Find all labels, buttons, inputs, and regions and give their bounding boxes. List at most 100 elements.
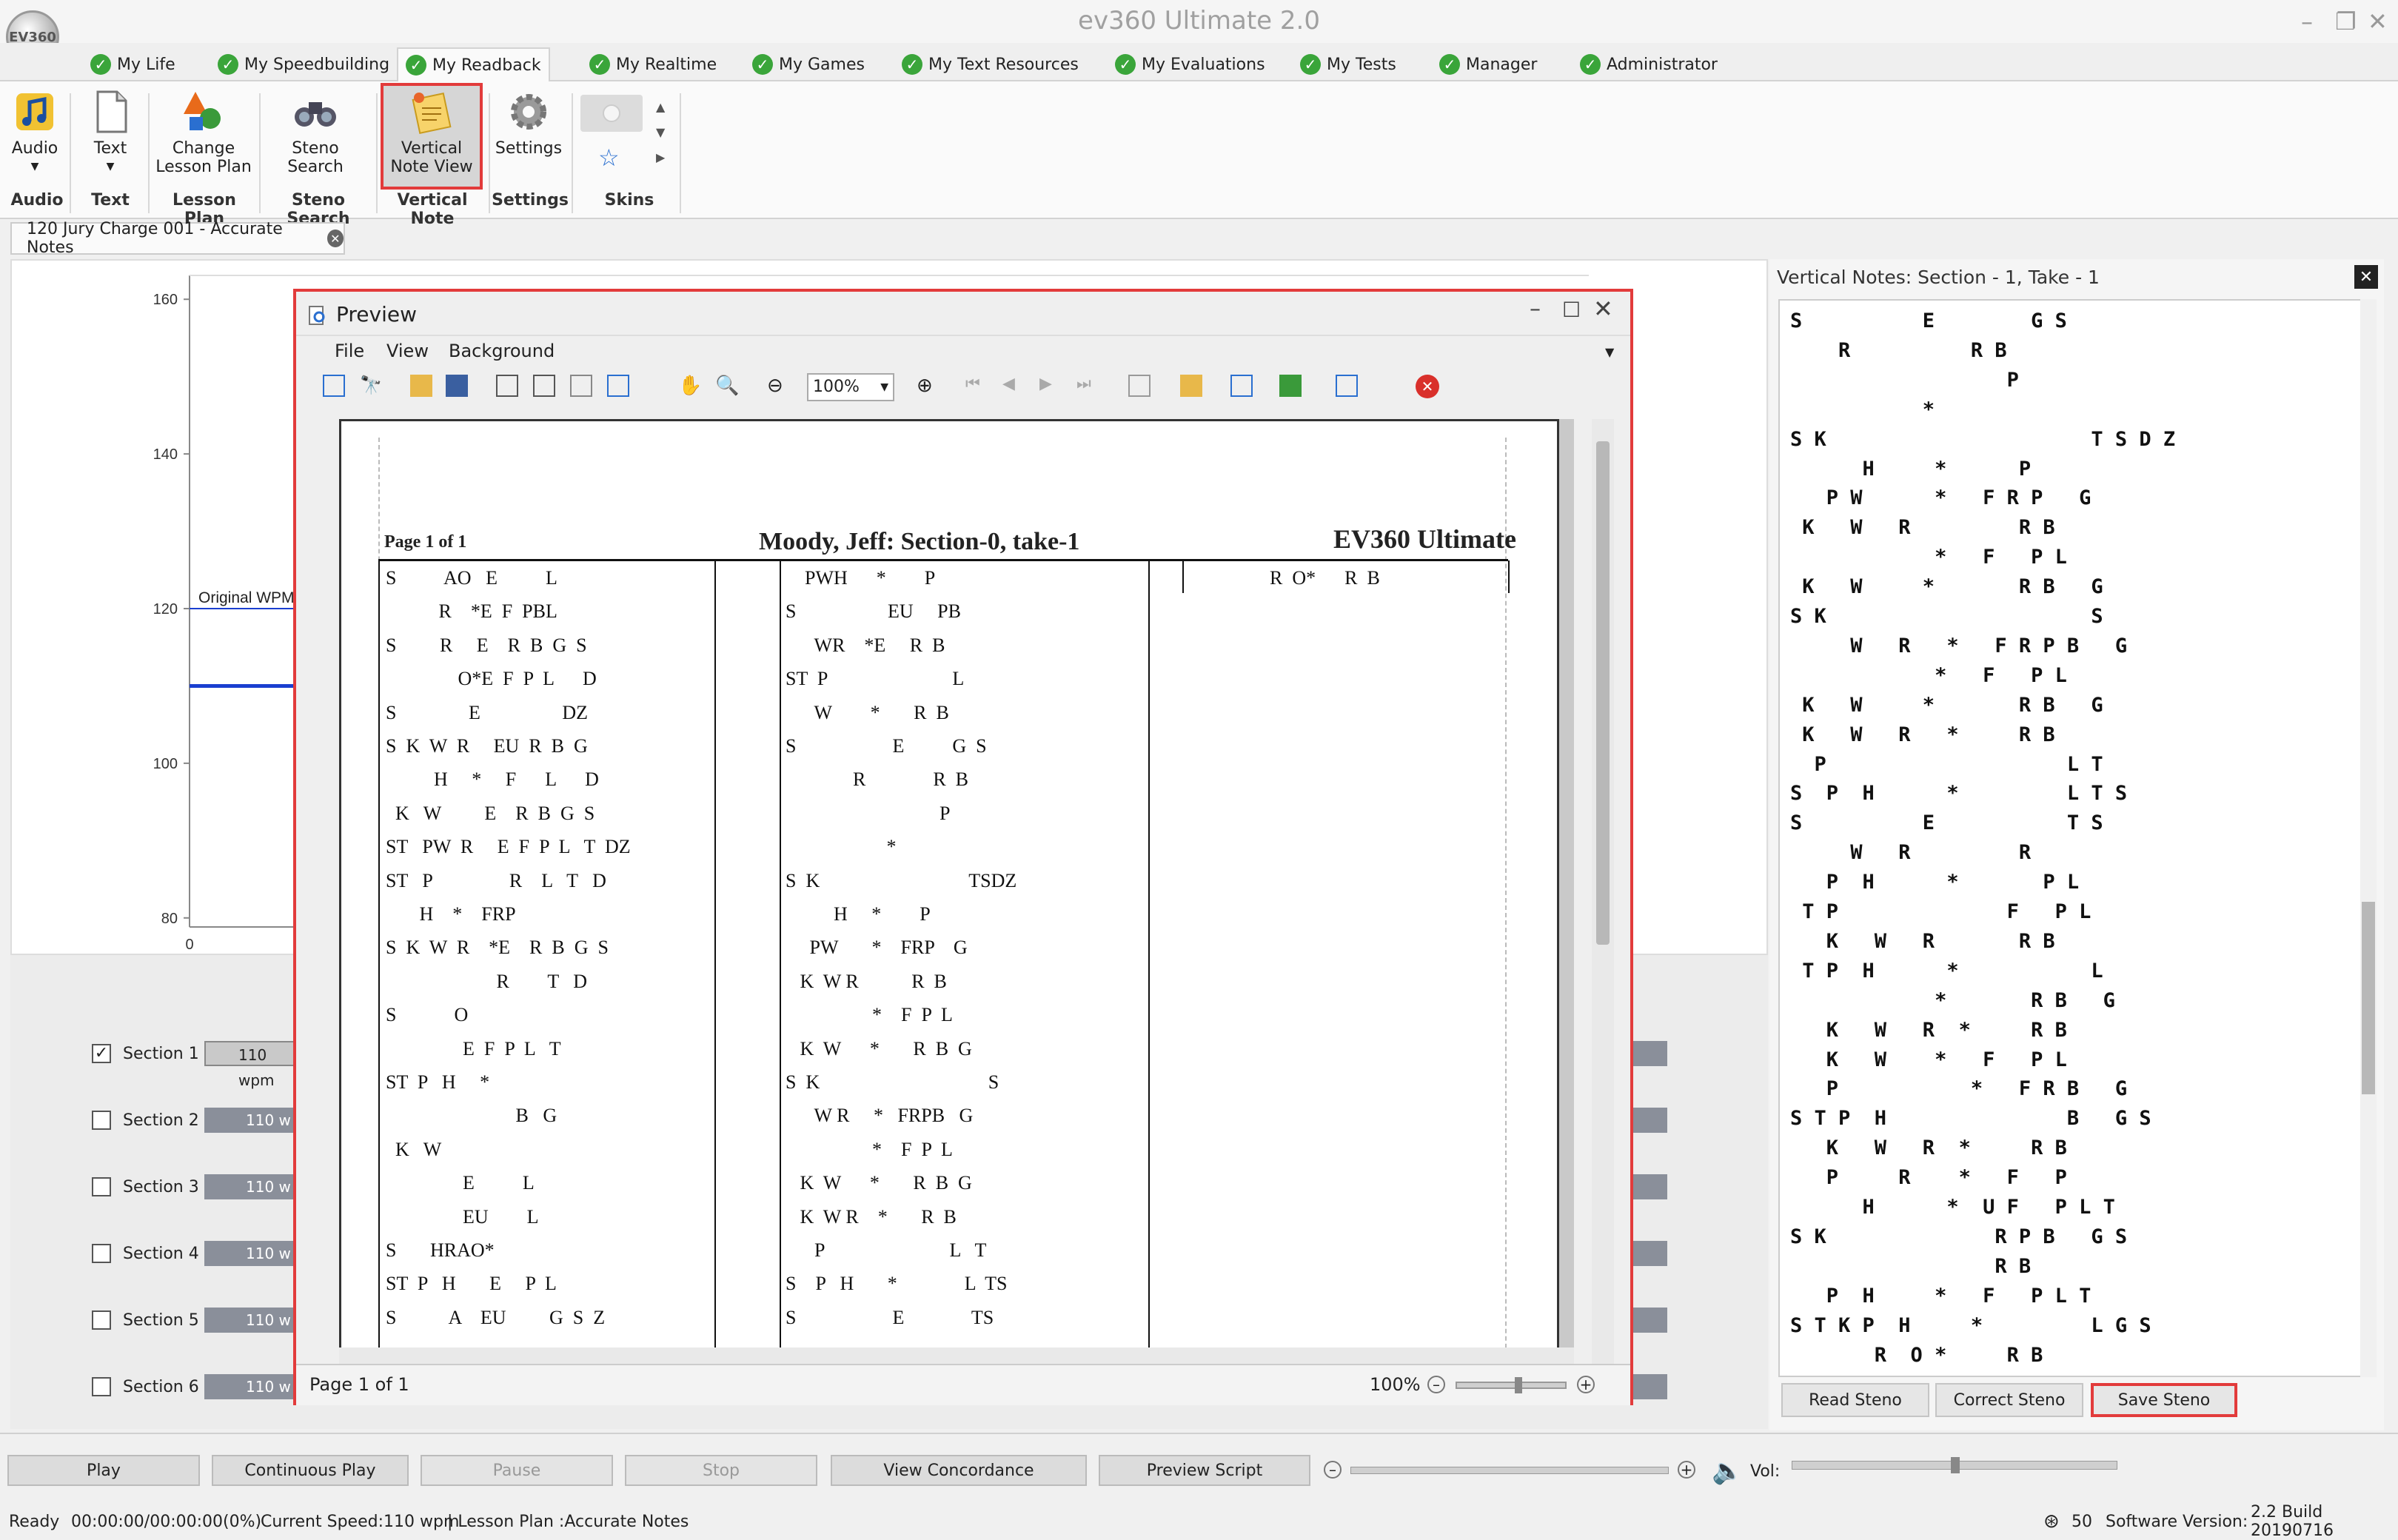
steno-search-button[interactable]: Steno Search bbox=[262, 89, 369, 192]
section-speed-bar[interactable]: 110 w bbox=[204, 1174, 301, 1199]
thumbnails-icon[interactable] bbox=[323, 375, 345, 397]
zoom-plus-icon[interactable]: + bbox=[1577, 1376, 1595, 1393]
save-steno-button[interactable]: Save Steno bbox=[2091, 1383, 2237, 1417]
section-checkbox[interactable] bbox=[92, 1377, 111, 1396]
volume-slider-thumb[interactable] bbox=[1951, 1457, 1960, 1473]
last-page-icon[interactable]: ⏭ bbox=[1076, 375, 1099, 397]
skins-scroll[interactable]: ▲ ▼ ▶ bbox=[656, 95, 665, 170]
next-page-icon[interactable]: ▶ bbox=[1039, 375, 1062, 397]
zoom-select[interactable]: 100% ▼ bbox=[807, 373, 894, 401]
correct-steno-button[interactable]: Correct Steno bbox=[1935, 1383, 2083, 1417]
speaker-icon[interactable]: 🔈 bbox=[1712, 1456, 1743, 1486]
restore-icon[interactable]: ❐ bbox=[2335, 7, 2357, 36]
tab-administrator[interactable]: ✓ Administrator bbox=[1573, 47, 1725, 81]
close-tab-icon[interactable]: ✕ bbox=[326, 230, 344, 247]
read-steno-button[interactable]: Read Steno bbox=[1781, 1383, 1929, 1417]
tab-my-readback[interactable]: ✓ My Readback bbox=[397, 47, 550, 81]
first-page-icon[interactable]: ⏮ bbox=[965, 375, 988, 397]
view-concordance-button[interactable]: View Concordance bbox=[831, 1455, 1087, 1486]
zoom-out-icon[interactable]: ⊖ bbox=[767, 375, 789, 397]
settings-button[interactable]: Settings bbox=[492, 89, 566, 192]
section-checkbox[interactable] bbox=[92, 1111, 111, 1130]
tab-my-life[interactable]: ✓ My Life bbox=[83, 47, 183, 81]
page-setup-icon[interactable] bbox=[570, 375, 592, 397]
open-icon[interactable] bbox=[410, 375, 432, 397]
tab-my-speedbuilding[interactable]: ✓ My Speedbuilding bbox=[210, 47, 397, 81]
seek-slider[interactable] bbox=[1350, 1467, 1669, 1474]
zoom-in-icon[interactable]: ⊕ bbox=[917, 375, 939, 397]
zoom-slider[interactable] bbox=[1456, 1377, 1567, 1393]
minimize-icon[interactable]: – bbox=[2301, 7, 2313, 36]
email-icon[interactable] bbox=[1336, 375, 1358, 397]
section-row[interactable]: Section 3 bbox=[92, 1174, 199, 1199]
preview-hscrollbar[interactable] bbox=[339, 1348, 1574, 1364]
change-lesson-plan-button[interactable]: Change Lesson Plan bbox=[154, 89, 253, 192]
text-button[interactable]: Text ▼ bbox=[83, 89, 138, 192]
audio-button[interactable]: Audio ▼ bbox=[7, 89, 62, 192]
section-speed-bar[interactable]: 110 w bbox=[204, 1241, 301, 1266]
close-icon[interactable]: ✕ bbox=[2368, 7, 2388, 36]
section-checkbox[interactable] bbox=[92, 1244, 111, 1263]
seek-plus-icon[interactable]: + bbox=[1678, 1461, 1695, 1479]
background-color-icon[interactable] bbox=[1180, 375, 1202, 397]
menu-background[interactable]: Background bbox=[449, 341, 555, 361]
magnifier-icon[interactable]: 🔍 bbox=[715, 375, 739, 397]
find-icon[interactable]: 🔭 bbox=[360, 375, 382, 397]
section-speed-bar[interactable]: 110 w bbox=[204, 1108, 301, 1133]
scale-icon[interactable] bbox=[607, 375, 629, 397]
continuous-play-button[interactable]: Continuous Play bbox=[212, 1455, 409, 1486]
section-checkbox[interactable] bbox=[92, 1310, 111, 1330]
section-speed-bar[interactable]: 110 w bbox=[204, 1374, 301, 1399]
seek-minus-icon[interactable]: – bbox=[1324, 1461, 1342, 1479]
section-row[interactable]: Section 6 bbox=[92, 1374, 199, 1399]
save-icon[interactable] bbox=[446, 375, 468, 397]
section-row[interactable]: Section 5 bbox=[92, 1308, 199, 1333]
preview-close-icon[interactable]: ✕ bbox=[1593, 295, 1613, 323]
zoom-minus-icon[interactable]: – bbox=[1427, 1376, 1445, 1393]
export-icon[interactable] bbox=[1279, 375, 1302, 397]
tab-my-realtime[interactable]: ✓ My Realtime bbox=[582, 47, 724, 81]
print-options-icon[interactable] bbox=[496, 375, 518, 397]
scrollbar-thumb[interactable] bbox=[2362, 902, 2375, 1094]
vertical-notes-scrollbar[interactable] bbox=[2360, 299, 2377, 1377]
vertical-note-view-button[interactable]: Vertical Note View bbox=[381, 83, 483, 190]
steno-note-line: P W * F R P G bbox=[1790, 486, 2091, 510]
section-speed-bar[interactable]: 110 wpm bbox=[204, 1041, 301, 1089]
star-icon[interactable]: ☆ bbox=[598, 144, 620, 172]
close-panel-icon[interactable]: ✕ bbox=[2354, 265, 2378, 289]
tab-my-evaluations[interactable]: ✓ My Evaluations bbox=[1108, 47, 1273, 81]
watermark-icon[interactable] bbox=[1230, 375, 1253, 397]
preview-script-button[interactable]: Preview Script bbox=[1099, 1455, 1310, 1486]
preview-vscrollbar[interactable] bbox=[1592, 419, 1614, 1379]
section-checkbox[interactable] bbox=[92, 1177, 111, 1196]
section-speed-bar[interactable]: 110 w bbox=[204, 1308, 301, 1333]
menu-file[interactable]: File bbox=[335, 341, 364, 361]
section-row[interactable]: ✓ Section 1 bbox=[92, 1041, 199, 1066]
menu-view[interactable]: View bbox=[386, 341, 429, 361]
zoom-slider-thumb[interactable] bbox=[1515, 1377, 1522, 1393]
tab-my-text-resources[interactable]: ✓ My Text Resources bbox=[894, 47, 1086, 81]
play-button[interactable]: Play bbox=[7, 1455, 200, 1486]
section-row[interactable]: Section 2 bbox=[92, 1108, 199, 1133]
pause-button[interactable]: Pause bbox=[421, 1455, 613, 1486]
preview-maximize-icon[interactable]: ☐ bbox=[1562, 298, 1581, 322]
volume-slider[interactable] bbox=[1792, 1457, 2117, 1473]
steno-page-line: * bbox=[786, 836, 897, 858]
menu-overflow-icon[interactable]: ▼ bbox=[1605, 345, 1614, 359]
multiple-pages-icon[interactable] bbox=[1128, 375, 1151, 397]
document-tab[interactable]: 120 Jury Charge 001 - Accurate Notes ✕ bbox=[10, 220, 345, 257]
print-icon[interactable] bbox=[533, 375, 555, 397]
section-checkbox[interactable]: ✓ bbox=[92, 1044, 111, 1063]
scrollbar-thumb[interactable] bbox=[1596, 441, 1610, 945]
preview-minimize-icon[interactable]: – bbox=[1530, 296, 1541, 322]
stop-button[interactable]: Stop bbox=[625, 1455, 817, 1486]
tab-my-tests[interactable]: ✓ My Tests bbox=[1293, 47, 1404, 81]
skin-swatch-selected[interactable] bbox=[580, 95, 643, 132]
tab-manager[interactable]: ✓ Manager bbox=[1432, 47, 1544, 81]
prev-page-icon[interactable]: ◀ bbox=[1002, 375, 1025, 397]
close-preview-icon[interactable]: ✕ bbox=[1416, 375, 1439, 398]
tab-my-games[interactable]: ✓ My Games bbox=[745, 47, 872, 81]
steno-note-line: K W R * R B bbox=[1790, 723, 2055, 746]
section-row[interactable]: Section 4 bbox=[92, 1241, 199, 1266]
hand-tool-icon[interactable]: ✋ bbox=[678, 375, 702, 397]
